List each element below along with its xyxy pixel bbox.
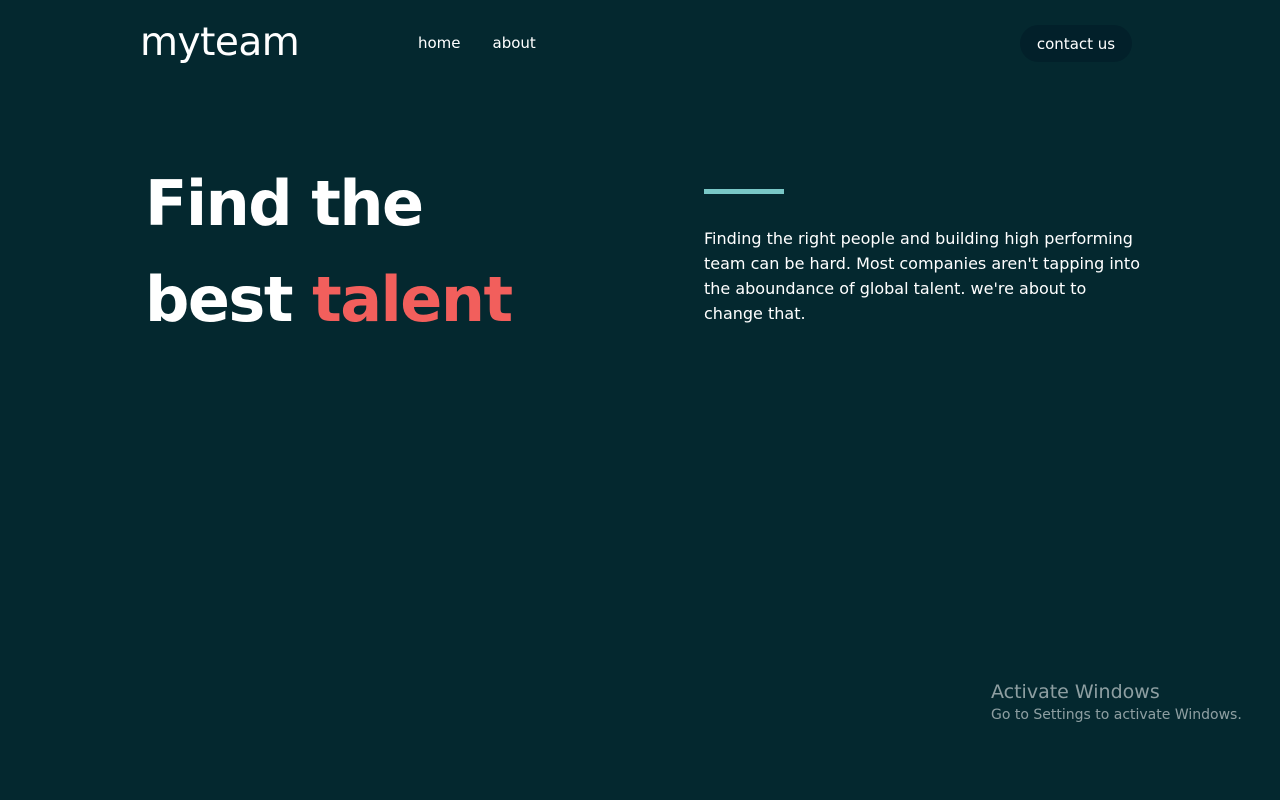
nav-link-about[interactable]: about <box>493 33 536 53</box>
hero-title-line-2: best talent <box>145 252 513 348</box>
nav-link-home[interactable]: home <box>418 33 461 53</box>
activate-windows-watermark: Activate Windows Go to Settings to activ… <box>991 680 1242 726</box>
logo[interactable]: myteam <box>140 20 300 66</box>
hero-title-prefix: best <box>145 263 313 336</box>
hero-title-line-1: Find the <box>145 167 424 240</box>
hero-description: Finding the right people and building hi… <box>704 229 1140 323</box>
hero-title-accent: talent <box>312 263 513 336</box>
main-nav: home about <box>418 33 536 53</box>
watermark-subtitle: Go to Settings to activate Windows. <box>991 707 1242 723</box>
hero-title: Find the best talent <box>145 156 513 348</box>
watermark-title: Activate Windows <box>991 681 1160 703</box>
decorative-divider <box>704 189 784 194</box>
contact-us-button[interactable]: contact us <box>1020 25 1132 62</box>
